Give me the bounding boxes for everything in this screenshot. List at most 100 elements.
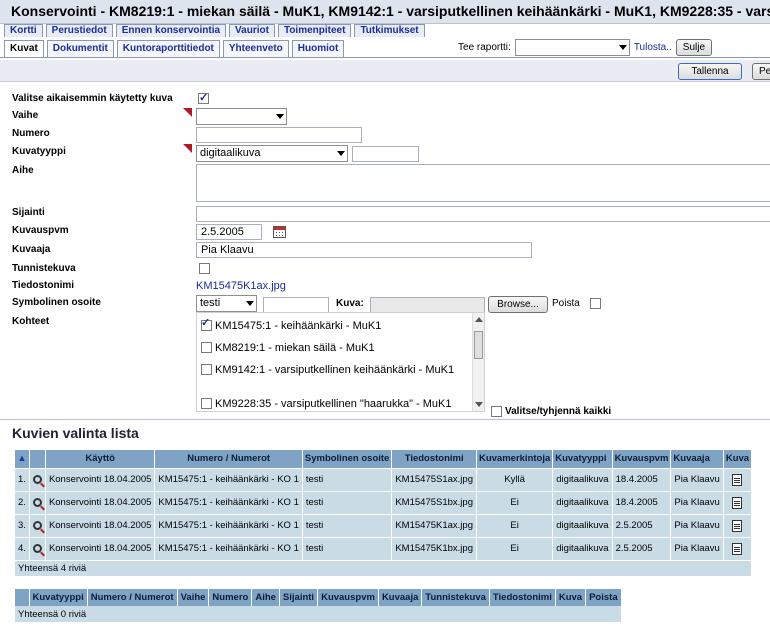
table-row[interactable]: 3. Konservointi 18.04.2005 KM15475:1 - k…: [15, 513, 753, 537]
table-header-row: ▲ Käyttö Numero / Numerot Symbolinen oso…: [15, 450, 753, 468]
row-numbers: KM15475:1 - keihäänkärki - KO 1: [154, 490, 303, 514]
tab-ennen-konservointia[interactable]: Ennen konservointia: [115, 24, 227, 37]
image-type-extra-input[interactable]: [352, 146, 419, 162]
header-numbers[interactable]: Numero / Numerot: [154, 450, 303, 468]
header-use[interactable]: Käyttö: [45, 450, 156, 468]
row-use: Konservointi 18.04.2005: [45, 536, 156, 560]
image-path-input[interactable]: [370, 297, 485, 313]
browse-button[interactable]: Browse...: [488, 296, 548, 313]
table-row[interactable]: 4. Konservointi 18.04.2005 KM15475:1 - k…: [15, 536, 753, 560]
header-number[interactable]: Numero: [208, 589, 253, 606]
image-type-select[interactable]: digitaalikuva: [196, 145, 348, 162]
select-all-checkbox[interactable]: [491, 406, 502, 417]
tab-yhteenveto[interactable]: Yhteenveto: [222, 40, 289, 57]
target-item[interactable]: KM15475:1 - keihäänkärki - MuK1: [201, 319, 471, 333]
row-number: 2.: [15, 490, 30, 514]
tab-kuntoraporttitiedot[interactable]: Kuntoraporttitiedot: [116, 40, 220, 57]
header-date[interactable]: Kuvauspvm: [612, 450, 672, 468]
row-count-text: Yhteensä 4 riviä: [15, 559, 753, 576]
header-image[interactable]: Kuva: [555, 589, 587, 606]
row-image[interactable]: [723, 513, 753, 537]
tab-dokumentit[interactable]: Dokumentit: [46, 40, 114, 57]
remove-checkbox[interactable]: [590, 298, 601, 309]
close-button[interactable]: Sulje: [675, 39, 713, 56]
header-symbolic[interactable]: Symbolinen osoite: [302, 450, 393, 468]
report-select[interactable]: [514, 39, 630, 56]
target-item[interactable]: KM9142:1 - varsiputkellinen keihäänkärki…: [201, 363, 471, 377]
row-view[interactable]: [29, 536, 46, 560]
table-row[interactable]: 1. Konservointi 18.04.2005 KM15475:1 - k…: [15, 467, 753, 491]
number-input[interactable]: [196, 127, 362, 143]
header-date[interactable]: Kuvauspvm: [317, 589, 379, 606]
targets-scrollbar[interactable]: [472, 313, 484, 411]
target-item[interactable]: KM8219:1 - miekan säilä - MuK1: [201, 341, 471, 355]
row-view[interactable]: [29, 513, 46, 537]
window-title: Konservointi - KM8219:1 - miekan säilä -…: [0, 0, 770, 24]
previous-image-checkbox[interactable]: [198, 91, 209, 104]
save-button[interactable]: Tallenna: [678, 63, 742, 80]
row-view[interactable]: [29, 467, 46, 491]
symbolic-extra-input[interactable]: [263, 297, 329, 313]
tab-kuvat[interactable]: Kuvat: [4, 40, 44, 58]
header-identifier[interactable]: Tunnistekuva: [421, 589, 490, 606]
scroll-thumb[interactable]: [474, 331, 483, 359]
target-label: KM9228:35 - varsiputkellinen "haarukka" …: [215, 398, 452, 410]
row-date: 2.5.2005: [612, 536, 672, 560]
header-filename[interactable]: Tiedostonimi: [489, 589, 556, 606]
row-view[interactable]: [29, 490, 46, 514]
location-input[interactable]: [196, 206, 770, 222]
tab-vauriot[interactable]: Vauriot: [229, 24, 275, 37]
document-icon[interactable]: [732, 496, 743, 509]
header-remove[interactable]: Poista: [585, 589, 622, 606]
tab-huomiot[interactable]: Huomiot: [291, 40, 345, 57]
phase-select[interactable]: [196, 108, 287, 125]
row-symbolic: testi: [302, 490, 393, 514]
header-image-type[interactable]: Kuvatyyppi: [29, 589, 88, 606]
scroll-up-icon[interactable]: [475, 317, 483, 322]
header-photographer[interactable]: Kuvaaja: [670, 450, 724, 468]
tab-toimenpiteet[interactable]: Toimenpiteet: [277, 24, 352, 37]
calendar-icon[interactable]: [273, 226, 286, 238]
row-image[interactable]: [723, 536, 753, 560]
header-filename[interactable]: Tiedostonimi: [391, 450, 477, 468]
header-image[interactable]: Kuva: [723, 450, 753, 468]
row-image[interactable]: [723, 467, 753, 491]
file-name-link[interactable]: KM15475K1ax.jpg: [196, 280, 286, 292]
header-type[interactable]: Kuvatyyppi: [552, 450, 613, 468]
magnifier-icon[interactable]: [32, 520, 42, 530]
image-date-input[interactable]: 2.5.2005: [196, 224, 262, 240]
next-button[interactable]: Pe: [752, 63, 770, 80]
target-checkbox[interactable]: [201, 342, 212, 353]
header-numbers[interactable]: Numero / Numerot: [87, 589, 178, 606]
photographer-input[interactable]: Pia Klaavu: [196, 242, 532, 258]
sort-icon[interactable]: ▲: [15, 450, 30, 468]
document-icon[interactable]: [732, 473, 743, 486]
document-icon[interactable]: [732, 542, 743, 555]
print-link[interactable]: Tulosta..: [634, 42, 672, 53]
header-phase[interactable]: Vaihe: [177, 589, 210, 606]
header-location[interactable]: Sijainti: [279, 589, 319, 606]
target-checkbox[interactable]: [201, 398, 212, 409]
symbolic-address-select[interactable]: testi: [196, 295, 257, 312]
target-checkbox[interactable]: [201, 320, 212, 331]
tab-tutkimukset[interactable]: Tutkimukset: [354, 24, 425, 37]
table-row[interactable]: 2. Konservointi 18.04.2005 KM15475:1 - k…: [15, 490, 753, 514]
chevron-down-icon: [246, 301, 254, 306]
magnifier-icon[interactable]: [32, 543, 42, 553]
header-marks[interactable]: Kuvamerkintoja: [476, 450, 554, 468]
tab-kortti[interactable]: Kortti: [4, 24, 43, 37]
subject-textarea[interactable]: [196, 164, 770, 202]
magnifier-icon[interactable]: [32, 474, 42, 484]
row-image[interactable]: [723, 490, 753, 514]
document-icon[interactable]: [732, 519, 743, 532]
header-photographer[interactable]: Kuvaaja: [378, 589, 423, 606]
header-subject[interactable]: Aihe: [251, 589, 280, 606]
row-symbolic: testi: [302, 536, 393, 560]
tab-perustiedot[interactable]: Perustiedot: [45, 24, 113, 37]
identifier-image-checkbox[interactable]: [199, 263, 210, 274]
magnifier-icon[interactable]: [32, 497, 42, 507]
target-item[interactable]: KM9228:35 - varsiputkellinen "haarukka" …: [201, 397, 471, 411]
scroll-down-icon[interactable]: [475, 402, 483, 407]
target-checkbox[interactable]: [201, 364, 212, 375]
row-numbers: KM15475:1 - keihäänkärki - KO 1: [154, 467, 303, 491]
